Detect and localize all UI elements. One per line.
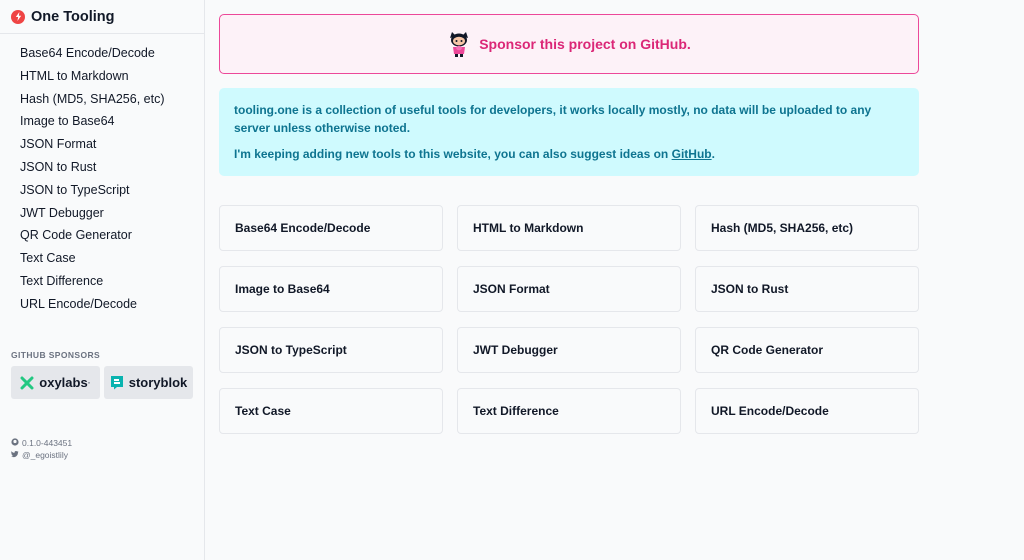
tool-card-json-to-rust[interactable]: JSON to Rust <box>695 266 919 312</box>
version-link[interactable]: 0.1.0-443451 <box>11 437 72 449</box>
sponsor-list: oxylabs · storyblok <box>11 366 193 399</box>
tool-card-hash[interactable]: Hash (MD5, SHA256, etc) <box>695 205 919 251</box>
sidebar-item-hash[interactable]: Hash (MD5, SHA256, etc) <box>0 88 204 111</box>
github-link[interactable]: GitHub <box>672 147 712 161</box>
version-text: 0.1.0-443451 <box>22 438 73 448</box>
info-box: tooling.one is a collection of useful to… <box>219 88 919 176</box>
oxylabs-x-icon <box>20 376 34 390</box>
sidebar-item-text-case[interactable]: Text Case <box>0 247 204 270</box>
sidebar-item-base64[interactable]: Base64 Encode/Decode <box>0 42 204 65</box>
sidebar-item-url-encode[interactable]: URL Encode/Decode <box>0 293 204 316</box>
sponsor-oxylabs[interactable]: oxylabs · <box>11 366 100 399</box>
twitter-icon <box>11 449 22 461</box>
tool-card-base64[interactable]: Base64 Encode/Decode <box>219 205 443 251</box>
github-icon <box>11 437 22 449</box>
tool-card-html-to-markdown[interactable]: HTML to Markdown <box>457 205 681 251</box>
twitter-handle: @_egoistlily <box>22 450 68 460</box>
tool-card-image-to-base64[interactable]: Image to Base64 <box>219 266 443 312</box>
app-title: One Tooling <box>31 8 115 25</box>
sidebar-item-html-to-markdown[interactable]: HTML to Markdown <box>0 65 204 88</box>
tool-card-json-to-typescript[interactable]: JSON to TypeScript <box>219 327 443 373</box>
sponsor-oxylabs-suffix: · <box>87 377 91 388</box>
sidebar-item-json-format[interactable]: JSON Format <box>0 133 204 156</box>
tool-card-text-difference[interactable]: Text Difference <box>457 388 681 434</box>
sidebar: One Tooling Base64 Encode/Decode HTML to… <box>0 0 205 560</box>
main-content: Sponsor this project on GitHub. tooling.… <box>205 0 1024 560</box>
info-line-2-suffix: . <box>711 147 715 161</box>
sidebar-item-json-to-rust[interactable]: JSON to Rust <box>0 156 204 179</box>
tool-card-qr-code-generator[interactable]: QR Code Generator <box>695 327 919 373</box>
storyblok-icon <box>110 375 124 390</box>
octocat-icon <box>447 30 471 58</box>
sponsor-banner-text: Sponsor this project on GitHub. <box>479 36 691 52</box>
info-line-2-prefix: I'm keeping adding new tools to this web… <box>234 147 672 161</box>
tool-card-jwt-debugger[interactable]: JWT Debugger <box>457 327 681 373</box>
sidebar-nav: Base64 Encode/Decode HTML to Markdown Ha… <box>0 34 204 316</box>
sidebar-item-json-to-typescript[interactable]: JSON to TypeScript <box>0 179 204 202</box>
lightning-bolt-icon <box>11 9 25 24</box>
tools-grid: Base64 Encode/Decode HTML to Markdown Ha… <box>219 205 919 434</box>
sponsor-storyblok[interactable]: storyblok <box>104 366 193 399</box>
info-line-1: tooling.one is a collection of useful to… <box>234 103 872 135</box>
info-line-2: I'm keeping adding new tools to this web… <box>234 146 904 164</box>
tool-card-text-case[interactable]: Text Case <box>219 388 443 434</box>
sidebar-meta: 0.1.0-443451 @_egoistlily <box>11 437 72 461</box>
tool-card-url-encode[interactable]: URL Encode/Decode <box>695 388 919 434</box>
sidebar-item-qr-code-generator[interactable]: QR Code Generator <box>0 224 204 247</box>
twitter-link[interactable]: @_egoistlily <box>11 449 72 461</box>
sponsor-storyblok-label: storyblok <box>128 375 188 390</box>
sponsor-oxylabs-label: oxylabs <box>39 375 88 390</box>
tool-card-json-format[interactable]: JSON Format <box>457 266 681 312</box>
sidebar-item-jwt-debugger[interactable]: JWT Debugger <box>0 202 204 225</box>
sponsors-heading: GITHUB SPONSORS <box>11 350 101 360</box>
brand[interactable]: One Tooling <box>0 0 204 34</box>
sponsor-banner[interactable]: Sponsor this project on GitHub. <box>219 14 919 74</box>
sidebar-item-text-difference[interactable]: Text Difference <box>0 270 204 293</box>
sidebar-item-image-to-base64[interactable]: Image to Base64 <box>0 110 204 133</box>
